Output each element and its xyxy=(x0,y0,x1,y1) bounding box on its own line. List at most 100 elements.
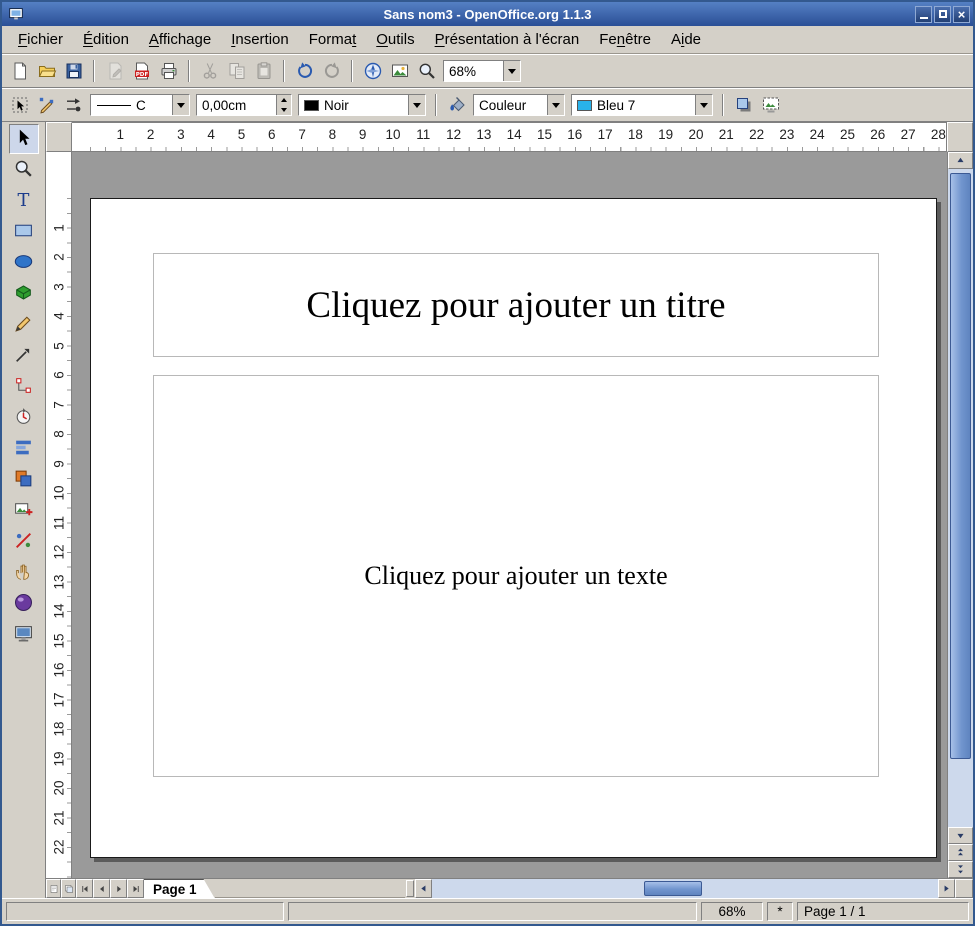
horizontal-scroll-thumb[interactable] xyxy=(644,881,702,896)
title-placeholder[interactable]: Cliquez pour ajouter un titre xyxy=(153,253,879,357)
menu-format[interactable]: Format xyxy=(299,28,367,51)
menu-affichage[interactable]: Affichage xyxy=(139,28,221,51)
ellipse-tool-button[interactable] xyxy=(9,248,39,278)
line-color-combobox[interactable]: Noir xyxy=(298,94,426,116)
menu-presentation-a-l-ecran[interactable]: Présentation à l'écran xyxy=(425,28,590,51)
menu-fenetre[interactable]: Fenêtre xyxy=(589,28,661,51)
zoom-combobox[interactable]: 68% xyxy=(443,60,521,82)
next-page-button[interactable] xyxy=(948,861,973,878)
page-view-button[interactable] xyxy=(46,879,61,898)
arrow-style-button[interactable] xyxy=(60,92,87,119)
arrange-button[interactable] xyxy=(9,465,39,495)
previous-tab-button[interactable] xyxy=(93,879,110,898)
menu-aide[interactable]: Aide xyxy=(661,28,711,51)
vertical-scroll-thumb[interactable] xyxy=(950,173,971,759)
maximize-button[interactable] xyxy=(934,6,951,23)
shadow-button[interactable] xyxy=(730,92,757,119)
status-zoom-field[interactable]: 68% xyxy=(701,902,763,921)
workspace-canvas[interactable]: Cliquez pour ajouter un titre Cliquez po… xyxy=(72,152,947,878)
fill-color-dropdown-button[interactable] xyxy=(695,95,712,115)
open-document-button[interactable] xyxy=(33,58,60,85)
zoom-tool-button[interactable] xyxy=(9,155,39,185)
rotate-tool-button[interactable] xyxy=(9,403,39,433)
fill-type-dropdown-button[interactable] xyxy=(547,95,564,115)
down-arrow-icon xyxy=(955,830,966,841)
export-pdf-button[interactable]: PDF xyxy=(128,58,155,85)
vruler-mark: 12 xyxy=(51,544,66,559)
text-tool-button[interactable]: T xyxy=(9,186,39,216)
new-doc-icon xyxy=(10,61,30,81)
zoom-dropdown-button[interactable] xyxy=(503,61,520,81)
vertical-ruler[interactable]: 12345678910111213141516171819202122 xyxy=(46,152,72,878)
next-tab-button[interactable] xyxy=(110,879,127,898)
text-placeholder[interactable]: Cliquez pour ajouter un texte xyxy=(153,375,879,777)
presentation-box-button[interactable] xyxy=(9,620,39,650)
scroll-right-button[interactable] xyxy=(938,879,955,898)
undo-button[interactable] xyxy=(291,58,318,85)
menu-outils[interactable]: Outils xyxy=(366,28,424,51)
menu-insertion[interactable]: Insertion xyxy=(221,28,299,51)
scroll-left-button[interactable] xyxy=(415,879,432,898)
interaction-button[interactable] xyxy=(9,558,39,588)
text-placeholder-text: Cliquez pour ajouter un texte xyxy=(364,561,667,591)
vruler-mark: 19 xyxy=(51,751,66,766)
page-tab[interactable]: Page 1 xyxy=(144,879,215,898)
edit-points-button[interactable] xyxy=(33,92,60,119)
master-view-button[interactable] xyxy=(61,879,76,898)
fill-color-combobox[interactable]: Bleu 7 xyxy=(571,94,713,116)
curve-tool-button[interactable] xyxy=(9,310,39,340)
horizontal-ruler[interactable]: 1234567891011121314151617181920212223242… xyxy=(72,122,947,152)
navigator-button[interactable] xyxy=(359,58,386,85)
objects-3d-button[interactable] xyxy=(9,279,39,309)
hruler-mark: 11 xyxy=(416,127,430,142)
line-width-field[interactable]: 0,00cm xyxy=(196,94,292,116)
scroll-up-button[interactable] xyxy=(948,152,973,169)
horizontal-scrollbar[interactable] xyxy=(415,879,955,898)
titlebar[interactable]: Sans nom3 - OpenOffice.org 1.1.3 × xyxy=(2,2,973,26)
line-style-dropdown-button[interactable] xyxy=(172,95,189,115)
lines-arrows-button[interactable] xyxy=(9,341,39,371)
spin-down-button[interactable] xyxy=(277,105,291,115)
minimize-button[interactable] xyxy=(915,6,932,23)
connector-tool-button[interactable] xyxy=(9,372,39,402)
menu-fichier[interactable]: Fichier xyxy=(8,28,73,51)
last-page-button[interactable] xyxy=(127,879,144,898)
horizontal-scroll-track[interactable] xyxy=(432,879,938,898)
hruler-mark: 20 xyxy=(688,127,703,142)
select-object-button[interactable] xyxy=(6,92,33,119)
redo-button[interactable] xyxy=(318,58,345,85)
close-button[interactable]: × xyxy=(953,6,970,23)
vertical-scrollbar[interactable] xyxy=(947,152,973,878)
insert-button[interactable] xyxy=(9,496,39,526)
vruler-mark: 18 xyxy=(51,721,66,736)
new-document-button[interactable] xyxy=(6,58,33,85)
line-style-combobox[interactable]: C xyxy=(90,94,190,116)
copy-button[interactable] xyxy=(223,58,250,85)
alignment-button[interactable] xyxy=(9,434,39,464)
spin-up-button[interactable] xyxy=(277,95,291,105)
cut-button[interactable] xyxy=(196,58,223,85)
print-file-button[interactable] xyxy=(155,58,182,85)
effects-button[interactable] xyxy=(9,527,39,557)
first-page-button[interactable] xyxy=(76,879,93,898)
zoom-button[interactable] xyxy=(413,58,440,85)
area-style-button[interactable] xyxy=(443,92,470,119)
paste-button[interactable] xyxy=(250,58,277,85)
pane-splitter[interactable] xyxy=(406,880,414,897)
select-button[interactable] xyxy=(9,124,39,154)
slide-page[interactable]: Cliquez pour ajouter un titre Cliquez po… xyxy=(90,198,937,858)
controller-3d-button[interactable] xyxy=(9,589,39,619)
menu-edition[interactable]: Édition xyxy=(73,28,139,51)
gallery-button[interactable] xyxy=(386,58,413,85)
rectangle-tool-button[interactable] xyxy=(9,217,39,247)
save-document-button[interactable] xyxy=(60,58,87,85)
presentation-styles-button[interactable] xyxy=(757,92,784,119)
vertical-scroll-track[interactable] xyxy=(948,169,973,827)
edit-file-button[interactable] xyxy=(101,58,128,85)
scroll-down-button[interactable] xyxy=(948,827,973,844)
double-up-arrow-icon xyxy=(955,847,966,858)
fill-type-combobox[interactable]: Couleur xyxy=(473,94,565,116)
connector-tool-icon xyxy=(13,375,34,399)
previous-page-button[interactable] xyxy=(948,844,973,861)
line-color-dropdown-button[interactable] xyxy=(408,95,425,115)
